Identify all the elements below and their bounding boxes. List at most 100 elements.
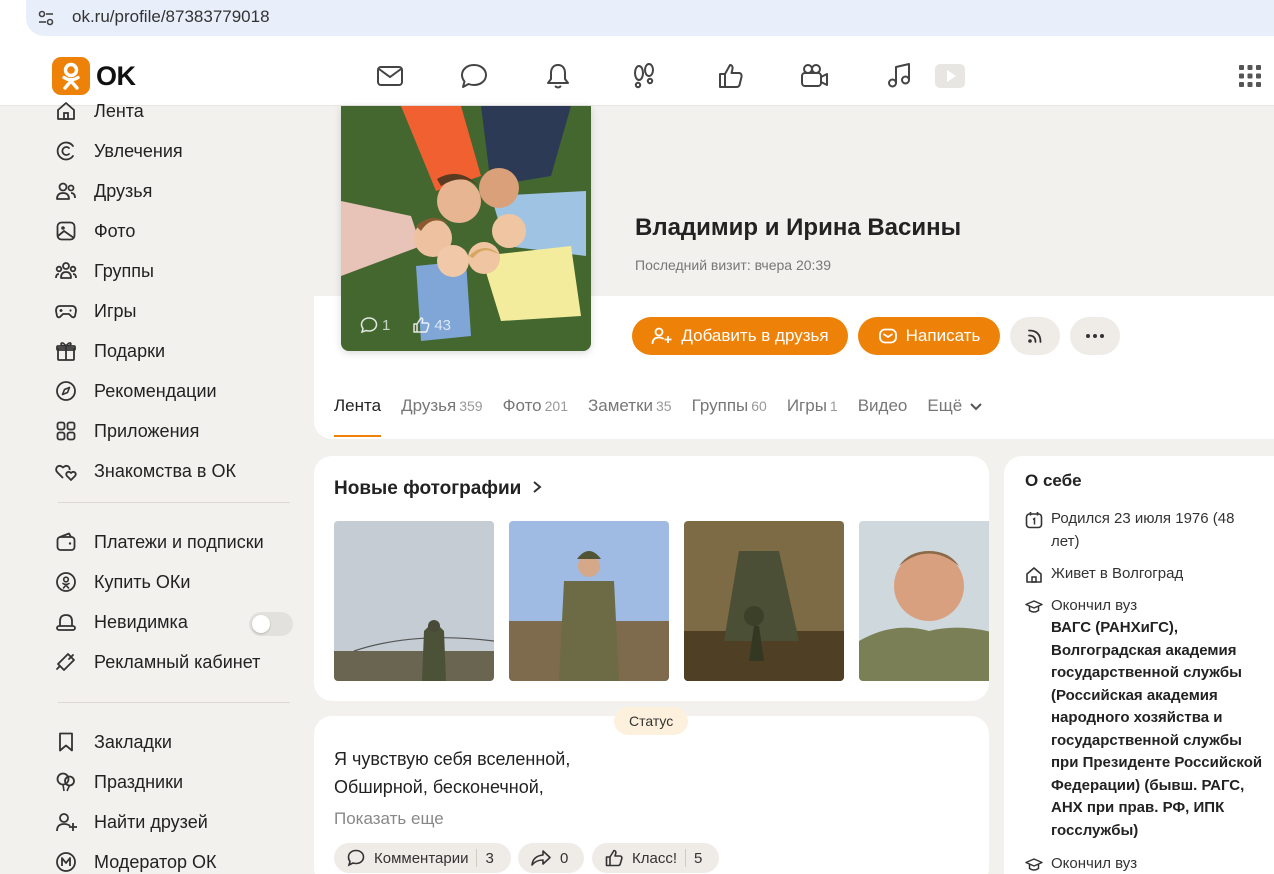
sidebar-item-label: Игры: [94, 300, 137, 321]
tab-friends[interactable]: Друзья 359: [401, 396, 483, 438]
tab-label: Лента: [334, 396, 382, 415]
tab-more[interactable]: Ещё: [927, 396, 983, 438]
avatar-likes[interactable]: 43: [412, 316, 451, 334]
comments-count: 3: [485, 849, 494, 867]
sidebar-item-groups[interactable]: Группы: [54, 256, 154, 286]
sidebar-item-ad-cabinet[interactable]: Рекламный кабинет: [54, 647, 260, 677]
gamepad-icon: [55, 305, 77, 319]
invisible-icon: [56, 614, 76, 631]
left-sidebar: Лента Увлечения Друзья Фото Группы Игры …: [0, 101, 310, 874]
browser-address-bar: ok.ru/profile/87383779018: [0, 0, 1274, 44]
tab-count: 1: [829, 398, 838, 414]
coin-icon: [56, 572, 76, 592]
wallet-icon: [56, 532, 76, 551]
tab-groups[interactable]: Группы 60: [692, 396, 767, 438]
about-education-label: Окончил вуз: [1051, 855, 1138, 872]
tab-notes[interactable]: Заметки 35: [588, 396, 672, 438]
about-education-name[interactable]: ВАГС (РАНХиГС), Волгоградская академия г…: [1051, 617, 1266, 842]
sidebar-item-bookmarks[interactable]: Закладки: [54, 727, 172, 757]
about-birthday: Родился 23 июля 1976 (48 лет): [1025, 508, 1266, 553]
toggle-knob: [252, 615, 270, 633]
ok-logo[interactable]: OK: [52, 56, 136, 96]
sidebar-item-label: Приложения: [94, 420, 200, 441]
apps-grid-icon[interactable]: [1238, 64, 1262, 88]
sidebar-item-label: Купить ОКи: [94, 571, 191, 592]
sidebar-item-label: Лента: [94, 100, 144, 121]
sidebar-item-find-friends[interactable]: Найти друзей: [54, 807, 208, 837]
sidebar-item-apps[interactable]: Приложения: [54, 416, 199, 446]
sidebar-item-photos[interactable]: Фото: [54, 216, 135, 246]
sidebar-item-feed[interactable]: Лента: [54, 96, 144, 126]
add-friend-label: Добавить в друзья: [681, 326, 829, 345]
share-icon: [531, 850, 551, 866]
music-icon[interactable]: [885, 61, 915, 91]
sidebar-item-games[interactable]: Игры: [54, 296, 136, 326]
groups-icon: [55, 262, 77, 279]
balloons-icon: [56, 772, 75, 792]
new-photos-card: Новые фотографии: [314, 456, 989, 701]
hobby-icon: [56, 141, 74, 161]
like-button[interactable]: Класс! 5: [592, 843, 719, 873]
sidebar-item-holidays[interactable]: Праздники: [54, 767, 183, 797]
url-text[interactable]: ok.ru/profile/87383779018: [72, 7, 270, 27]
sidebar-item-invisible[interactable]: Невидимка: [54, 607, 188, 637]
video-icon[interactable]: [933, 61, 967, 91]
tab-count: 201: [544, 398, 568, 414]
comments-button[interactable]: Комментарии 3: [334, 843, 511, 873]
tab-photos[interactable]: Фото 201: [503, 396, 568, 438]
avatar-stats: 1 43: [360, 316, 451, 334]
tab-count: 35: [656, 398, 672, 414]
guests-icon[interactable]: [629, 61, 659, 91]
profile-name: Владимир и Ирина Васины: [635, 214, 962, 241]
photo-thumbnail[interactable]: [334, 521, 494, 681]
sidebar-item-gifts[interactable]: Подарки: [54, 336, 165, 366]
video-camera-icon[interactable]: [799, 61, 829, 91]
show-more-link[interactable]: Показать еще: [334, 809, 444, 829]
status-badge: Статус: [614, 707, 689, 735]
sidebar-divider: [58, 502, 290, 503]
subscribe-button[interactable]: [1010, 317, 1060, 355]
sidebar-item-payments[interactable]: Платежи и подписки: [54, 527, 264, 557]
site-settings-icon[interactable]: [34, 6, 58, 30]
profile-avatar[interactable]: [341, 106, 591, 351]
add-friend-button[interactable]: Добавить в друзья: [632, 317, 848, 355]
sidebar-item-label: Друзья: [94, 180, 153, 201]
rss-icon: [1028, 329, 1042, 343]
invisible-toggle[interactable]: [249, 612, 293, 636]
tab-feed[interactable]: Лента: [334, 396, 382, 438]
sidebar-item-buy-oki[interactable]: Купить ОКи: [54, 567, 190, 597]
comment-icon: [347, 849, 365, 867]
chat-icon[interactable]: [459, 61, 489, 91]
sidebar-item-friends[interactable]: Друзья: [54, 176, 152, 206]
avatar-comments-count: 1: [382, 316, 391, 334]
photo-thumbnail[interactable]: [684, 521, 844, 681]
photo-thumbnail[interactable]: [509, 521, 669, 681]
sidebar-item-label: Рекламный кабинет: [94, 651, 261, 672]
tab-label: Видео: [857, 396, 908, 415]
sidebar-item-hobbies[interactable]: Увлечения: [54, 136, 183, 166]
sidebar-item-dating[interactable]: Знакомства в ОК: [54, 456, 236, 486]
sidebar-item-label: Фото: [94, 220, 136, 241]
more-actions-button[interactable]: [1070, 317, 1120, 355]
tab-games[interactable]: Игры 1: [787, 396, 838, 438]
sidebar-item-label: Модератор ОК: [94, 851, 217, 872]
share-button[interactable]: 0: [518, 843, 584, 873]
tab-video[interactable]: Видео: [858, 396, 908, 438]
sidebar-item-label: Закладки: [94, 731, 172, 752]
sidebar-item-recommendations[interactable]: Рекомендации: [54, 376, 217, 406]
bell-icon[interactable]: [543, 61, 573, 91]
tab-count: 359: [459, 398, 483, 414]
likes-count: 5: [694, 849, 703, 867]
moderator-icon: [56, 852, 76, 872]
photo-thumbnail[interactable]: [859, 521, 989, 681]
avatar-comments[interactable]: 1: [360, 316, 390, 334]
new-photos-title[interactable]: Новые фотографии: [334, 478, 543, 500]
mail-icon[interactable]: [375, 61, 405, 91]
shares-count: 0: [560, 849, 569, 867]
sidebar-item-label: Найти друзей: [94, 811, 208, 832]
likes-icon[interactable]: [715, 61, 745, 91]
send-message-button[interactable]: Написать: [858, 317, 1000, 355]
sidebar-item-label: Группы: [94, 260, 154, 281]
sidebar-item-moderator[interactable]: Модератор ОК: [54, 847, 217, 874]
about-location: Живет в Волгоград: [1025, 563, 1266, 586]
